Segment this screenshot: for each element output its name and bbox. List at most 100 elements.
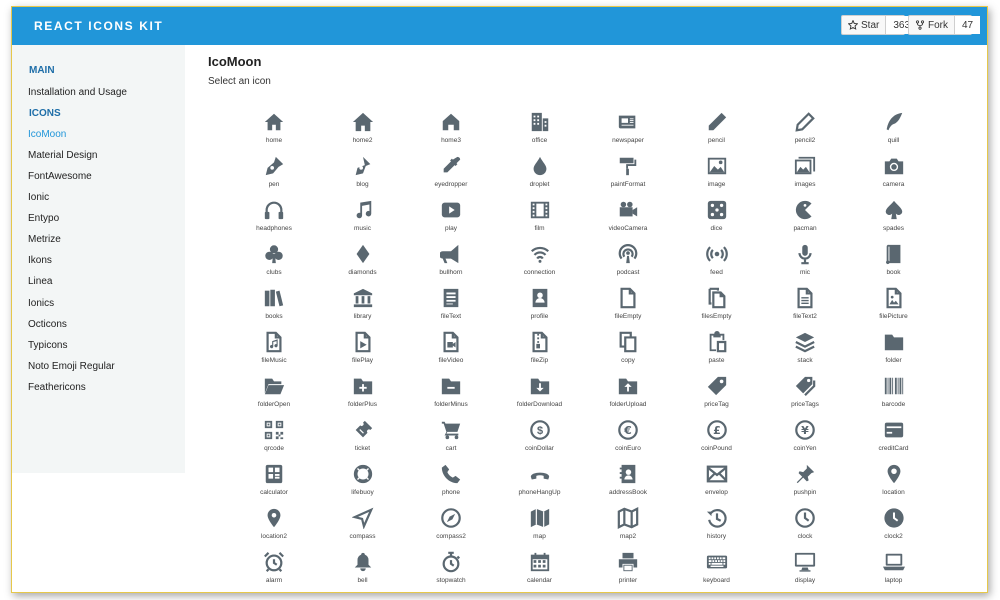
icon-tile-ticket[interactable]: ticket bbox=[319, 419, 407, 463]
icon-tile-compass[interactable]: compass bbox=[319, 507, 407, 551]
icon-tile-pencil2[interactable]: pencil2 bbox=[761, 111, 849, 155]
icon-tile-clock[interactable]: clock bbox=[761, 507, 849, 551]
icon-tile-library[interactable]: library bbox=[319, 287, 407, 331]
icon-tile-alarm[interactable]: alarm bbox=[230, 551, 318, 592]
icon-tile-map2[interactable]: map2 bbox=[584, 507, 672, 551]
icon-tile-dice[interactable]: dice bbox=[673, 199, 761, 243]
icon-tile-feed[interactable]: feed bbox=[673, 243, 761, 287]
icon-tile-home3[interactable]: home3 bbox=[407, 111, 495, 155]
icon-tile-folder-upload[interactable]: folderUpload bbox=[584, 375, 672, 419]
icon-tile-file-music[interactable]: fileMusic bbox=[230, 331, 318, 375]
icon-tile-history[interactable]: history bbox=[673, 507, 761, 551]
icon-tile-barcode[interactable]: barcode bbox=[850, 375, 938, 419]
sidebar-item-linea[interactable]: Linea bbox=[28, 276, 52, 287]
icon-tile-stopwatch[interactable]: stopwatch bbox=[407, 551, 495, 592]
icon-tile-folder-plus[interactable]: folderPlus bbox=[319, 375, 407, 419]
sidebar-item-entypo[interactable]: Entypo bbox=[28, 213, 59, 224]
icon-tile-book[interactable]: book bbox=[850, 243, 938, 287]
icon-tile-eyedropper[interactable]: eyedropper bbox=[407, 155, 495, 199]
icon-tile-file-empty[interactable]: fileEmpty bbox=[584, 287, 672, 331]
icon-tile-address-book[interactable]: addressBook bbox=[584, 463, 672, 507]
icon-tile-paint-format[interactable]: paintFormat bbox=[584, 155, 672, 199]
icon-tile-droplet[interactable]: droplet bbox=[496, 155, 584, 199]
icon-tile-location2[interactable]: location2 bbox=[230, 507, 318, 551]
icon-tile-keyboard[interactable]: keyboard bbox=[673, 551, 761, 592]
icon-tile-newspaper[interactable]: newspaper bbox=[584, 111, 672, 155]
icon-tile-music[interactable]: music bbox=[319, 199, 407, 243]
icon-tile-map[interactable]: map bbox=[496, 507, 584, 551]
icon-tile-phone-hang-up[interactable]: phoneHangUp bbox=[496, 463, 584, 507]
icon-tile-price-tags[interactable]: priceTags bbox=[761, 375, 849, 419]
icon-tile-qrcode[interactable]: qrcode bbox=[230, 419, 318, 463]
icon-tile-diamonds[interactable]: diamonds bbox=[319, 243, 407, 287]
icon-tile-calculator[interactable]: calculator bbox=[230, 463, 318, 507]
icon-tile-connection[interactable]: connection bbox=[496, 243, 584, 287]
icon-tile-file-text2[interactable]: fileText2 bbox=[761, 287, 849, 331]
icon-tile-lifebuoy[interactable]: lifebuoy bbox=[319, 463, 407, 507]
sidebar-item-material-design[interactable]: Material Design bbox=[28, 150, 97, 161]
github-fork-button[interactable]: Fork 47 bbox=[908, 15, 981, 35]
sidebar-item-feathericons[interactable]: Feathericons bbox=[28, 382, 86, 393]
icon-tile-coin-pound[interactable]: £ coinPound bbox=[673, 419, 761, 463]
icon-tile-headphones[interactable]: headphones bbox=[230, 199, 318, 243]
icon-tile-home[interactable]: home bbox=[230, 111, 318, 155]
sidebar-item-metrize[interactable]: Metrize bbox=[28, 234, 61, 245]
icon-tile-envelop[interactable]: envelop bbox=[673, 463, 761, 507]
sidebar-item-octicons[interactable]: Octicons bbox=[28, 319, 67, 330]
icon-tile-pushpin[interactable]: pushpin bbox=[761, 463, 849, 507]
icon-tile-coin-yen[interactable]: ¥ coinYen bbox=[761, 419, 849, 463]
icon-tile-blog[interactable]: blog bbox=[319, 155, 407, 199]
icon-tile-pencil[interactable]: pencil bbox=[673, 111, 761, 155]
sidebar-item-typicons[interactable]: Typicons bbox=[28, 340, 67, 351]
icon-tile-file-picture[interactable]: filePicture bbox=[850, 287, 938, 331]
icon-tile-images[interactable]: images bbox=[761, 155, 849, 199]
icon-tile-film[interactable]: film bbox=[496, 199, 584, 243]
icon-tile-camera[interactable]: camera bbox=[850, 155, 938, 199]
icon-tile-location[interactable]: location bbox=[850, 463, 938, 507]
icon-tile-folder-open[interactable]: folderOpen bbox=[230, 375, 318, 419]
icon-tile-file-zip[interactable]: fileZip bbox=[496, 331, 584, 375]
icon-tile-phone[interactable]: phone bbox=[407, 463, 495, 507]
github-star-button[interactable]: Star 363 bbox=[841, 15, 918, 35]
sidebar-item-noto-emoji-regular[interactable]: Noto Emoji Regular bbox=[28, 361, 115, 372]
icon-tile-credit-card[interactable]: creditCard bbox=[850, 419, 938, 463]
icon-tile-bell[interactable]: bell bbox=[319, 551, 407, 592]
icon-tile-coin-dollar[interactable]: $ coinDollar bbox=[496, 419, 584, 463]
icon-tile-paste[interactable]: paste bbox=[673, 331, 761, 375]
icon-tile-file-video[interactable]: fileVideo bbox=[407, 331, 495, 375]
sidebar-item-ionic[interactable]: Ionic bbox=[28, 192, 49, 203]
icon-tile-mic[interactable]: mic bbox=[761, 243, 849, 287]
icon-tile-spades[interactable]: spades bbox=[850, 199, 938, 243]
icon-tile-folder-minus[interactable]: folderMinus bbox=[407, 375, 495, 419]
icon-tile-folder[interactable]: folder bbox=[850, 331, 938, 375]
icon-tile-file-text[interactable]: fileText bbox=[407, 287, 495, 331]
icon-tile-profile[interactable]: profile bbox=[496, 287, 584, 331]
icon-tile-podcast[interactable]: podcast bbox=[584, 243, 672, 287]
sidebar-item-fontawesome[interactable]: FontAwesome bbox=[28, 171, 92, 182]
sidebar-item-installation-and-usage[interactable]: Installation and Usage bbox=[28, 87, 127, 98]
icon-tile-pacman[interactable]: pacman bbox=[761, 199, 849, 243]
icon-tile-price-tag[interactable]: priceTag bbox=[673, 375, 761, 419]
icon-tile-books[interactable]: books bbox=[230, 287, 318, 331]
icon-tile-file-play[interactable]: filePlay bbox=[319, 331, 407, 375]
brand-title[interactable]: REACT ICONS KIT bbox=[34, 19, 163, 33]
sidebar-item-ionics[interactable]: Ionics bbox=[28, 298, 54, 309]
icon-tile-copy[interactable]: copy bbox=[584, 331, 672, 375]
icon-tile-files-empty[interactable]: filesEmpty bbox=[673, 287, 761, 331]
icon-tile-video-camera[interactable]: videoCamera bbox=[584, 199, 672, 243]
icon-tile-laptop[interactable]: laptop bbox=[850, 551, 938, 592]
icon-tile-pen[interactable]: pen bbox=[230, 155, 318, 199]
icon-tile-stack[interactable]: stack bbox=[761, 331, 849, 375]
icon-tile-display[interactable]: display bbox=[761, 551, 849, 592]
icon-tile-quill[interactable]: quill bbox=[850, 111, 938, 155]
icon-tile-compass2[interactable]: compass2 bbox=[407, 507, 495, 551]
icon-tile-home2[interactable]: home2 bbox=[319, 111, 407, 155]
icon-tile-bullhorn[interactable]: bullhorn bbox=[407, 243, 495, 287]
icon-tile-clubs[interactable]: clubs bbox=[230, 243, 318, 287]
icon-tile-office[interactable]: office bbox=[496, 111, 584, 155]
icon-tile-calendar[interactable]: calendar bbox=[496, 551, 584, 592]
fork-count[interactable]: 47 bbox=[954, 16, 981, 34]
icon-tile-coin-euro[interactable]: € coinEuro bbox=[584, 419, 672, 463]
sidebar-item-icomoon[interactable]: IcoMoon bbox=[28, 129, 66, 140]
icon-tile-printer[interactable]: printer bbox=[584, 551, 672, 592]
